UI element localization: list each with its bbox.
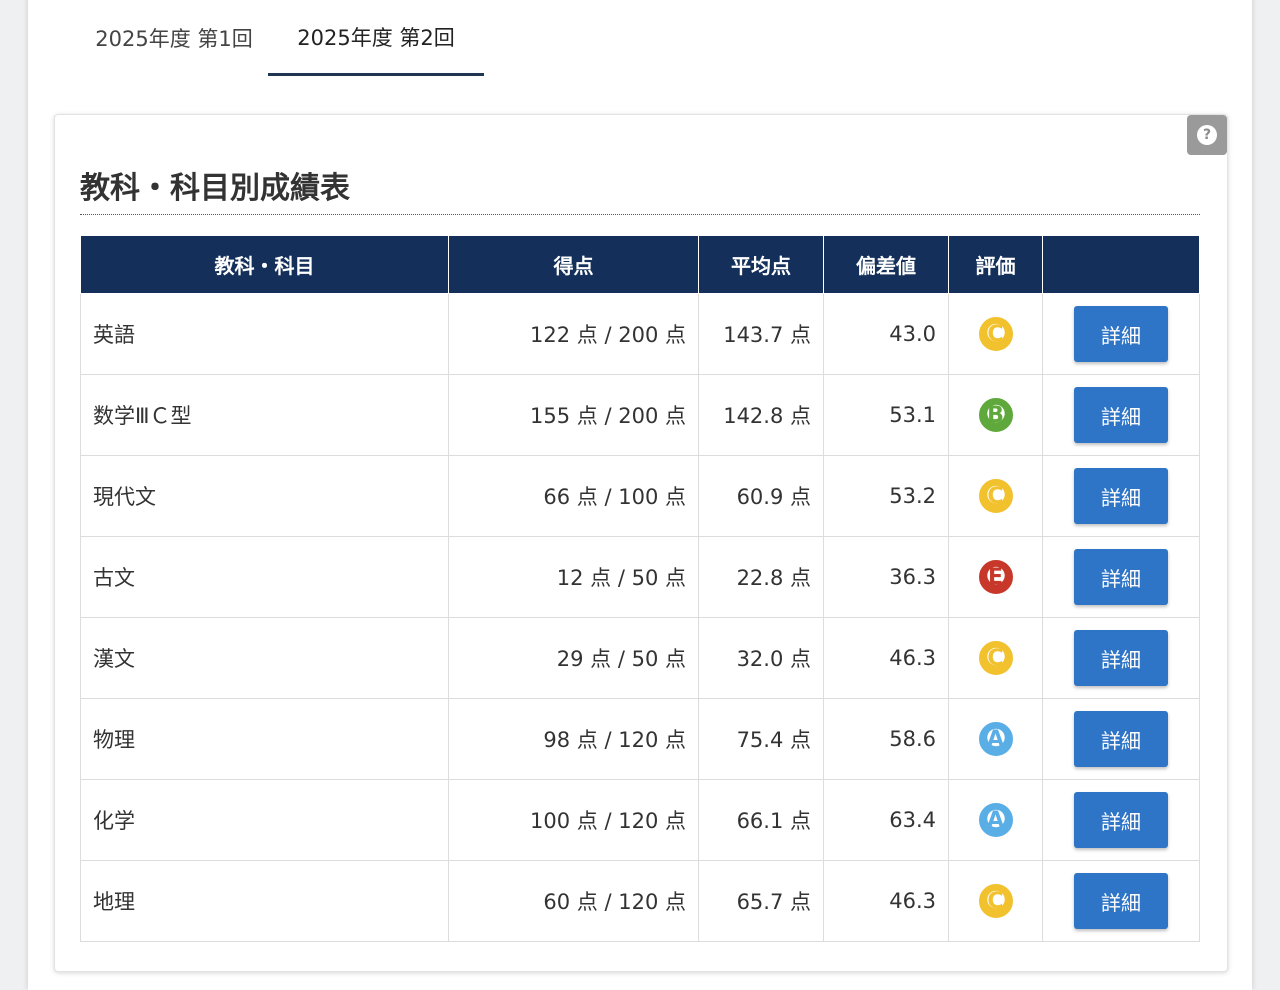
deviation-cell: 46.3 bbox=[823, 860, 949, 942]
subject-cell: 英語 bbox=[80, 293, 449, 375]
deviation-cell: 36.3 bbox=[823, 536, 949, 618]
subject-cell: 地理 bbox=[80, 860, 449, 942]
score-cell: 60 点 / 120 点 bbox=[448, 860, 699, 942]
detail-button[interactable]: 詳細 bbox=[1074, 549, 1168, 605]
table-row: 古文 12 点 / 50 点 22.8 点 36.3 E 詳細 bbox=[80, 536, 1200, 618]
help-button[interactable]: ? bbox=[1187, 115, 1227, 155]
detail-button[interactable]: 詳細 bbox=[1074, 630, 1168, 686]
subject-cell: 現代文 bbox=[80, 455, 449, 537]
card-title: 教科・科目別成績表 bbox=[80, 163, 1200, 215]
action-cell: 詳細 bbox=[1042, 455, 1200, 537]
average-cell: 66.1 点 bbox=[698, 779, 824, 861]
score-cell: 98 点 / 120 点 bbox=[448, 698, 699, 780]
detail-button[interactable]: 詳細 bbox=[1074, 792, 1168, 848]
detail-button[interactable]: 詳細 bbox=[1074, 387, 1168, 443]
score-cell: 12 点 / 50 点 bbox=[448, 536, 699, 618]
grade-cell: A bbox=[948, 698, 1043, 780]
average-cell: 75.4 点 bbox=[698, 698, 824, 780]
grade-cell: C bbox=[948, 860, 1043, 942]
table-row: 漢文 29 点 / 50 点 32.0 点 46.3 C 詳細 bbox=[80, 617, 1200, 699]
average-cell: 143.7 点 bbox=[698, 293, 824, 375]
grade-cell: C bbox=[948, 293, 1043, 375]
header-deviation: 偏差値 bbox=[823, 235, 949, 294]
detail-button[interactable]: 詳細 bbox=[1074, 468, 1168, 524]
tab-2025-round-1[interactable]: 2025年度 第1回 bbox=[80, 0, 268, 76]
grade-badge-icon: C bbox=[978, 641, 1013, 675]
header-score: 得点 bbox=[448, 235, 699, 294]
table-row: 英語 122 点 / 200 点 143.7 点 43.0 C 詳細 bbox=[80, 293, 1200, 375]
grade-badge-icon: A bbox=[978, 722, 1013, 756]
table-row: 物理 98 点 / 120 点 75.4 点 58.6 A 詳細 bbox=[80, 698, 1200, 780]
header-grade: 評価 bbox=[948, 235, 1043, 294]
average-cell: 22.8 点 bbox=[698, 536, 824, 618]
subject-cell: 数学ⅢＣ型 bbox=[80, 374, 449, 456]
action-cell: 詳細 bbox=[1042, 617, 1200, 699]
grades-table: 教科・科目 得点 平均点 偏差値 評価 英語 122 点 / 200 点 143.7… bbox=[80, 235, 1200, 942]
grade-cell: C bbox=[948, 455, 1043, 537]
subject-cell: 古文 bbox=[80, 536, 449, 618]
grade-badge-icon: C bbox=[978, 884, 1013, 918]
deviation-cell: 53.2 bbox=[823, 455, 949, 537]
score-cell: 100 点 / 120 点 bbox=[448, 779, 699, 861]
grade-cell: A bbox=[948, 779, 1043, 861]
deviation-cell: 53.1 bbox=[823, 374, 949, 456]
header-average: 平均点 bbox=[698, 235, 824, 294]
average-cell: 32.0 点 bbox=[698, 617, 824, 699]
table-row: 地理 60 点 / 120 点 65.7 点 46.3 C 詳細 bbox=[80, 860, 1200, 942]
score-cell: 66 点 / 100 点 bbox=[448, 455, 699, 537]
deviation-cell: 43.0 bbox=[823, 293, 949, 375]
header-action bbox=[1042, 235, 1200, 294]
action-cell: 詳細 bbox=[1042, 860, 1200, 942]
detail-button[interactable]: 詳細 bbox=[1074, 873, 1168, 929]
average-cell: 65.7 点 bbox=[698, 860, 824, 942]
grade-badge-icon: C bbox=[978, 317, 1013, 351]
grade-cell: B bbox=[948, 374, 1043, 456]
deviation-cell: 46.3 bbox=[823, 617, 949, 699]
grade-badge-icon: C bbox=[978, 479, 1013, 513]
table-row: 数学ⅢＣ型 155 点 / 200 点 142.8 点 53.1 B 詳細 bbox=[80, 374, 1200, 456]
score-cell: 155 点 / 200 点 bbox=[448, 374, 699, 456]
action-cell: 詳細 bbox=[1042, 779, 1200, 861]
grade-cell: E bbox=[948, 536, 1043, 618]
deviation-cell: 58.6 bbox=[823, 698, 949, 780]
detail-button[interactable]: 詳細 bbox=[1074, 306, 1168, 362]
average-cell: 60.9 点 bbox=[698, 455, 824, 537]
page-panel: 2025年度 第1回 2025年度 第2回 ? 教科・科目別成績表 教科・科目 … bbox=[28, 0, 1252, 990]
table-row: 化学 100 点 / 120 点 66.1 点 63.4 A 詳細 bbox=[80, 779, 1200, 861]
question-circle-icon: ? bbox=[1197, 125, 1217, 145]
average-cell: 142.8 点 bbox=[698, 374, 824, 456]
action-cell: 詳細 bbox=[1042, 374, 1200, 456]
table-header-row: 教科・科目 得点 平均点 偏差値 評価 bbox=[80, 235, 1200, 294]
deviation-cell: 63.4 bbox=[823, 779, 949, 861]
grades-card: ? 教科・科目別成績表 教科・科目 得点 平均点 偏差値 評価 英語 122 点… bbox=[54, 114, 1228, 972]
subject-cell: 化学 bbox=[80, 779, 449, 861]
detail-button[interactable]: 詳細 bbox=[1074, 711, 1168, 767]
table-row: 現代文 66 点 / 100 点 60.9 点 53.2 C 詳細 bbox=[80, 455, 1200, 537]
header-subject: 教科・科目 bbox=[80, 235, 449, 294]
action-cell: 詳細 bbox=[1042, 536, 1200, 618]
grade-cell: C bbox=[948, 617, 1043, 699]
action-cell: 詳細 bbox=[1042, 698, 1200, 780]
tab-bar: 2025年度 第1回 2025年度 第2回 bbox=[80, 0, 484, 78]
tab-2025-round-2[interactable]: 2025年度 第2回 bbox=[268, 0, 484, 76]
grade-badge-icon: B bbox=[978, 398, 1013, 432]
subject-cell: 漢文 bbox=[80, 617, 449, 699]
grade-badge-icon: A bbox=[978, 803, 1013, 837]
score-cell: 122 点 / 200 点 bbox=[448, 293, 699, 375]
action-cell: 詳細 bbox=[1042, 293, 1200, 375]
score-cell: 29 点 / 50 点 bbox=[448, 617, 699, 699]
grade-badge-icon: E bbox=[978, 560, 1013, 594]
subject-cell: 物理 bbox=[80, 698, 449, 780]
